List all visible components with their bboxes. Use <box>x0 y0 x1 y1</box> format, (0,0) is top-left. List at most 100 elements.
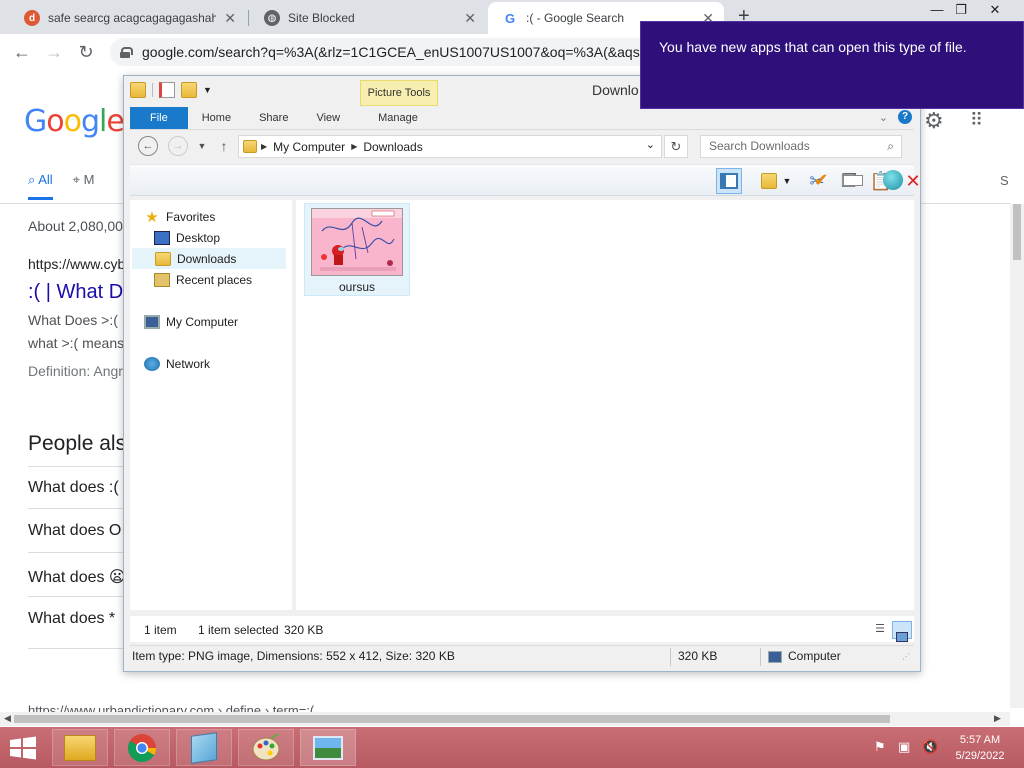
taskbar-chrome[interactable] <box>114 729 170 766</box>
selected-size: 320 KB <box>284 623 324 637</box>
result-url[interactable]: https://www.urbandictionary.com › define… <box>28 703 314 712</box>
system-clock[interactable]: 5:57 AM 5/29/2022 <box>944 732 1016 764</box>
browser-tab-site-blocked[interactable]: ◍ Site Blocked ✕ <box>250 2 486 34</box>
notepad-icon <box>191 731 217 764</box>
ribbon-tab-share[interactable]: Share <box>245 107 302 129</box>
globe-icon[interactable] <box>880 167 906 193</box>
nav-desktop[interactable]: Desktop <box>154 227 310 248</box>
explorer-window-title: Downlo <box>592 82 639 98</box>
help-icon[interactable]: ? <box>898 110 912 124</box>
expand-ribbon-icon[interactable]: ⌄ <box>879 111 888 124</box>
breadcrumb-downloads[interactable]: Downloads <box>363 140 422 154</box>
rename-field-icon[interactable] <box>840 167 866 193</box>
divider <box>28 648 128 649</box>
page-vertical-scrollbar[interactable] <box>1010 204 1024 708</box>
rename-check-icon[interactable]: ✔ <box>808 167 834 193</box>
globe-icon: ◍ <box>264 10 280 26</box>
explorer-address-bar[interactable]: ▶ My Computer ▶ Downloads ⌄ <box>238 135 662 158</box>
explorer-status-bar: 1 item 1 item selected 320 KB ☰ <box>130 616 914 642</box>
dropdown-arrow-icon[interactable]: ▼ <box>780 168 794 194</box>
preview-pane-icon[interactable] <box>716 168 742 194</box>
url-text: google.com/search?q=%3A(&rlz=1C1GCEA_enU… <box>142 44 655 60</box>
scroll-thumb[interactable] <box>1013 204 1021 260</box>
scroll-thumb[interactable] <box>14 715 890 723</box>
file-item-oursus[interactable]: oursus <box>304 203 410 296</box>
close-window-icon[interactable]: ✕ <box>980 0 1010 22</box>
nav-my-computer[interactable]: My Computer <box>144 311 300 332</box>
address-dropdown-icon[interactable]: ⌄ <box>646 138 655 151</box>
item-count: 1 item <box>144 623 177 637</box>
nav-recent-places[interactable]: Recent places <box>154 269 310 290</box>
start-windows-icon[interactable] <box>8 736 38 760</box>
tab-maps[interactable]: ⌖ M <box>73 172 95 200</box>
result-title-link[interactable]: :( | What D <box>28 281 123 304</box>
tab-all[interactable]: ⌕ All <box>28 172 53 200</box>
close-tab-icon[interactable]: ✕ <box>464 10 476 27</box>
large-icons-view-icon[interactable] <box>892 621 912 642</box>
thumbnail-drawing <box>312 209 402 271</box>
forward-button[interactable]: → <box>42 40 66 64</box>
breadcrumb-separator-icon[interactable]: ▶ <box>351 142 357 151</box>
ribbon-tab-view[interactable]: View <box>302 107 354 129</box>
scroll-right-icon[interactable]: ▶ <box>994 713 1001 724</box>
apps-grid-icon[interactable]: ⠿ <box>970 110 983 131</box>
lock-icon <box>120 46 133 58</box>
breadcrumb-my-computer[interactable]: My Computer <box>273 140 345 154</box>
clock-time: 5:57 AM <box>959 734 1001 746</box>
forward-icon[interactable]: → <box>168 136 188 156</box>
page-horizontal-scrollbar[interactable]: ◀ ▶ <box>0 712 1010 726</box>
action-center-flag-icon[interactable]: ⚑ <box>874 739 886 755</box>
back-icon[interactable]: ← <box>138 136 158 156</box>
recent-places-icon <box>154 272 170 287</box>
result-snippet: what >:( means <box>28 335 125 351</box>
refresh-button[interactable]: ↻ <box>664 135 688 158</box>
close-tab-icon[interactable]: ✕ <box>224 10 236 27</box>
search-downloads-input[interactable]: Search Downloads ⌕ <box>700 135 902 158</box>
paa-question[interactable]: What does :( <box>28 479 119 497</box>
ribbon-tab-home[interactable]: Home <box>188 107 245 129</box>
taskbar-file-explorer[interactable] <box>52 729 108 766</box>
paa-question[interactable]: What does 😦 <box>28 567 126 587</box>
separator <box>152 83 153 97</box>
paa-question[interactable]: What does O <box>28 522 121 540</box>
restore-icon[interactable]: ❐ <box>946 0 976 22</box>
customize-qat-icon[interactable]: ▼ <box>203 85 212 95</box>
folder-icon <box>243 140 257 153</box>
properties-icon[interactable] <box>756 168 782 194</box>
taskbar-notepad[interactable] <box>176 729 232 766</box>
taskbar-photos[interactable] <box>300 729 356 766</box>
google-icon: G <box>504 10 516 26</box>
taskbar-paint[interactable] <box>238 729 294 766</box>
nav-downloads[interactable]: Downloads <box>132 248 286 269</box>
result-count: About 2,080,00 <box>28 218 123 234</box>
nav-network[interactable]: Network <box>144 353 300 374</box>
google-logo[interactable]: Google <box>24 104 125 139</box>
nav-favorites[interactable]: ★ Favorites <box>144 206 300 227</box>
result-url[interactable]: https://www.cyb <box>28 256 125 272</box>
clock-date: 5/29/2022 <box>955 750 1005 762</box>
settings-gear-icon[interactable]: ⚙ <box>924 108 944 134</box>
back-button[interactable]: ← <box>10 40 34 64</box>
details-size: 320 KB <box>678 649 718 663</box>
browser-tab-safe-search[interactable]: d safe searcg acagcagagagashahal ✕ <box>10 2 246 34</box>
properties-icon[interactable] <box>159 82 175 98</box>
up-icon[interactable]: ↑ <box>214 136 234 156</box>
network-status-icon[interactable]: ▣ <box>898 739 910 755</box>
details-view-icon[interactable]: ☰ <box>870 621 890 639</box>
scroll-left-icon[interactable]: ◀ <box>4 713 11 724</box>
tab-settings-partial[interactable]: S <box>1000 173 1009 188</box>
ribbon-tab-manage[interactable]: Manage <box>364 107 432 129</box>
address-bar[interactable]: google.com/search?q=%3A(&rlz=1C1GCEA_enU… <box>110 38 730 66</box>
ribbon-divider <box>130 129 914 130</box>
breadcrumb-separator-icon[interactable]: ▶ <box>261 142 267 151</box>
new-apps-notification[interactable]: You have new apps that can open this typ… <box>640 21 1024 109</box>
recent-locations-icon[interactable]: ▼ <box>192 136 212 156</box>
divider <box>670 648 671 666</box>
volume-muted-icon[interactable]: 🔇 <box>922 739 938 755</box>
reload-button[interactable]: ↻ <box>74 40 98 64</box>
paa-question[interactable]: What does * <box>28 610 115 628</box>
folder-icon <box>64 734 96 761</box>
ribbon-tab-file[interactable]: File <box>130 107 188 129</box>
resize-grip-icon[interactable]: ⋰ <box>902 652 910 661</box>
new-folder-icon[interactable] <box>181 82 197 98</box>
